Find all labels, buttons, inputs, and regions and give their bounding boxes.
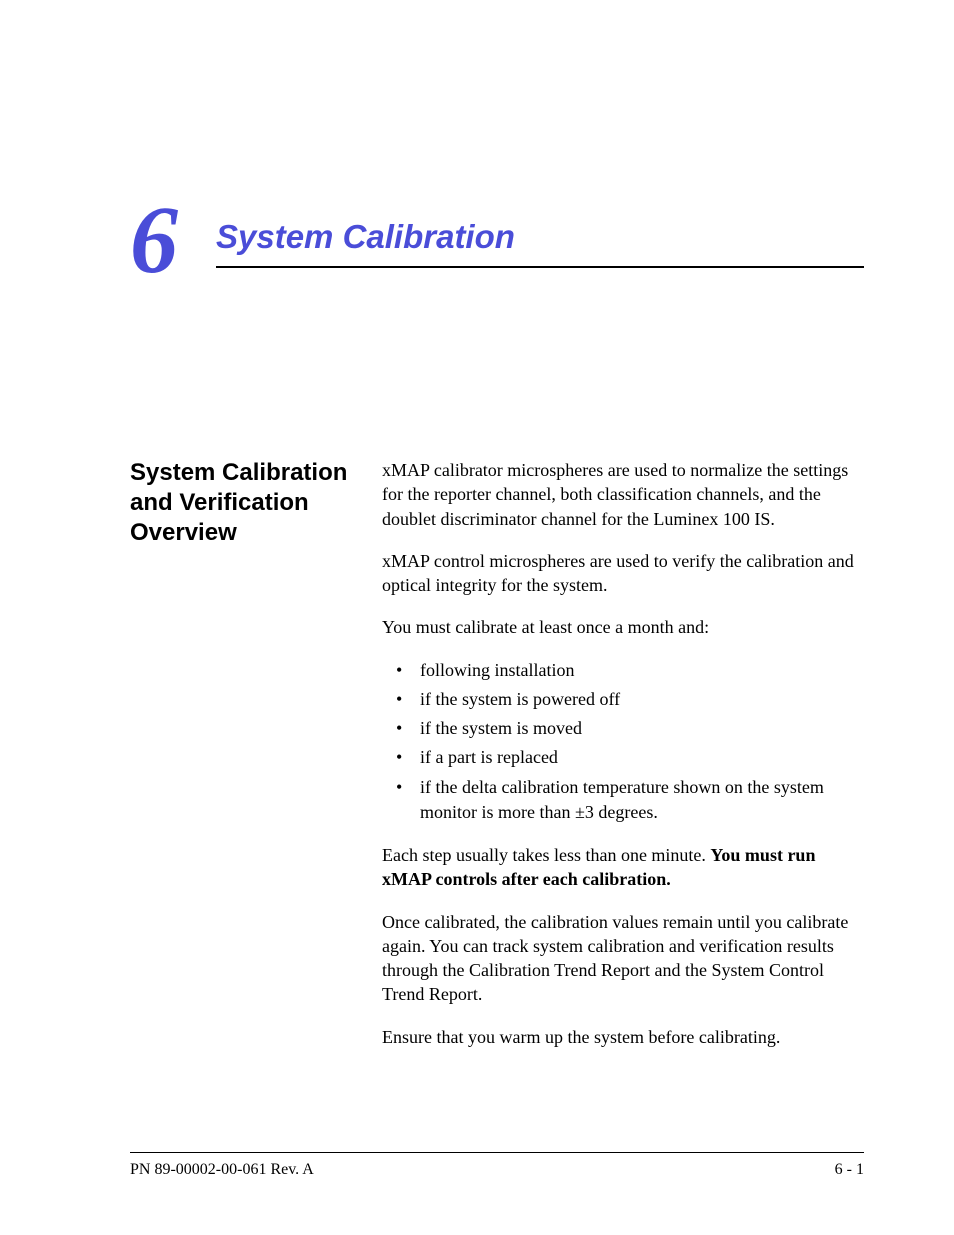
page-footer: PN 89-00002-00-061 Rev. A 6 - 1: [130, 1152, 864, 1179]
body-para-2: xMAP control microspheres are used to ve…: [382, 549, 864, 598]
body-para-6: Ensure that you warm up the system befor…: [382, 1025, 864, 1049]
body-para-4: Each step usually takes less than one mi…: [382, 843, 864, 892]
body-para-3: You must calibrate at least once a month…: [382, 615, 864, 639]
bullet-list: following installation if the system is …: [382, 658, 864, 825]
body-para-5: Once calibrated, the calibration values …: [382, 910, 864, 1007]
content-row: System Calibration and Verification Over…: [130, 458, 864, 1067]
chapter-header: 6 System Calibration: [130, 200, 864, 288]
list-item: if the system is powered off: [382, 687, 864, 712]
footer-right: 6 - 1: [835, 1161, 864, 1179]
chapter-title: System Calibration: [216, 218, 864, 268]
para4-text: Each step usually takes less than one mi…: [382, 845, 710, 865]
list-item: if a part is replaced: [382, 745, 864, 770]
list-item: following installation: [382, 658, 864, 683]
footer-left: PN 89-00002-00-061 Rev. A: [130, 1161, 314, 1179]
chapter-number: 6: [130, 192, 178, 288]
body-para-1: xMAP calibrator microspheres are used to…: [382, 458, 864, 531]
body-content: xMAP calibrator microspheres are used to…: [382, 458, 864, 1067]
list-item: if the system is moved: [382, 716, 864, 741]
list-item: if the delta calibration temperature sho…: [382, 775, 864, 825]
section-heading: System Calibration and Verification Over…: [130, 458, 382, 548]
